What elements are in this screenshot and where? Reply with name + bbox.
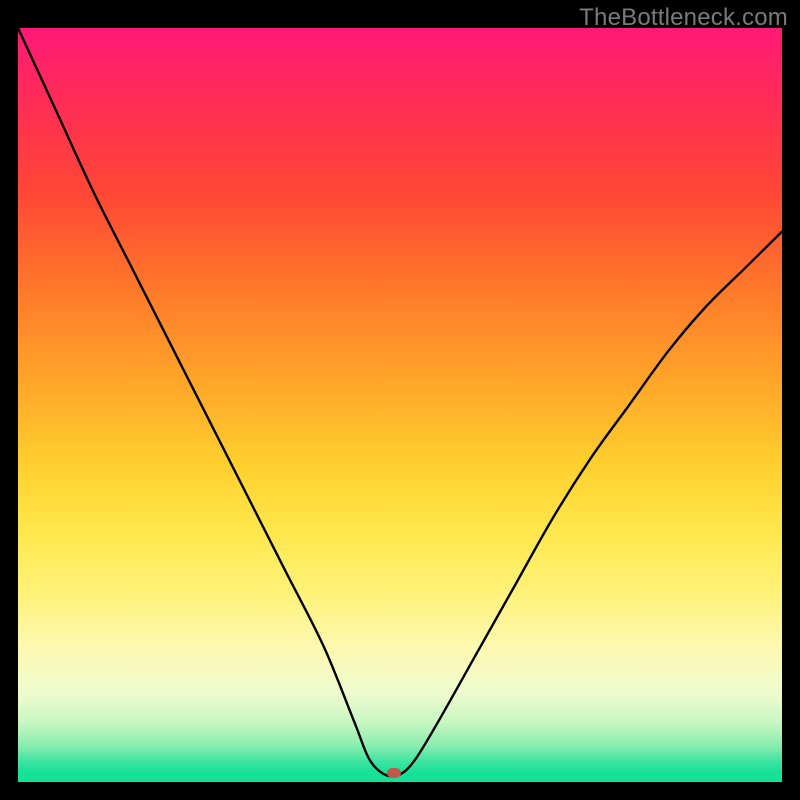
watermark-text: TheBottleneck.com bbox=[579, 4, 788, 32]
optimal-marker-icon bbox=[387, 768, 401, 778]
plot-area bbox=[18, 28, 782, 782]
bottleneck-curve bbox=[18, 28, 782, 782]
chart-frame: TheBottleneck.com bbox=[0, 0, 800, 800]
